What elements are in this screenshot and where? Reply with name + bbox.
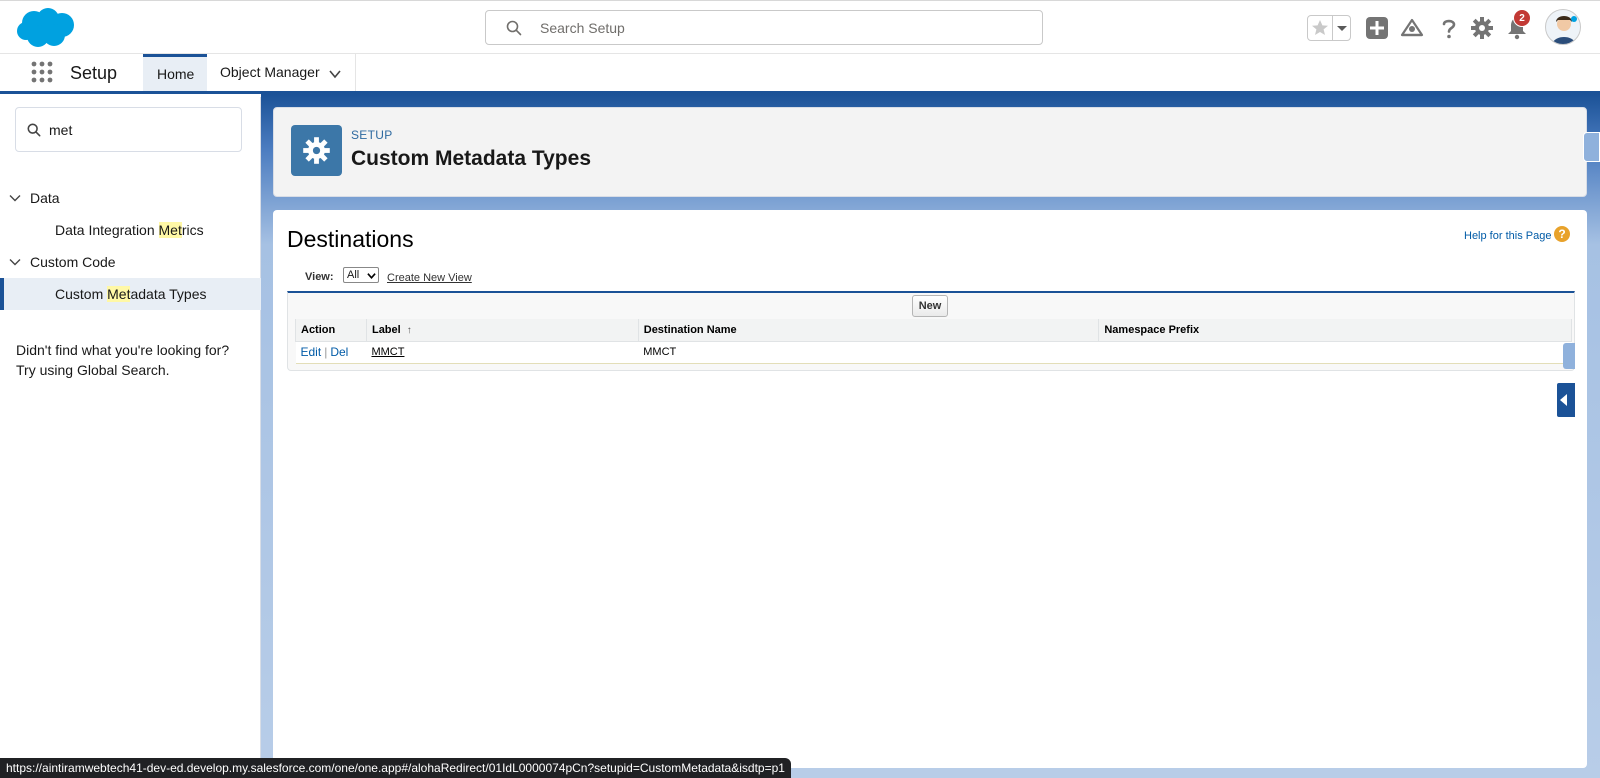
label-cell: MMCT (366, 341, 639, 364)
namespace-prefix-cell (1098, 341, 1572, 364)
item-text: rics (181, 222, 204, 238)
global-header: 2 (0, 0, 1600, 54)
item-text: adata Types (130, 286, 207, 302)
search-input[interactable] (540, 18, 1020, 38)
divider (1332, 16, 1333, 40)
tab-label: Object Manager (220, 64, 320, 80)
not-found-line: Try using Global Search. (16, 362, 170, 378)
panel-expand-tab[interactable] (1555, 381, 1575, 419)
setup-eyebrow: SETUP (351, 128, 393, 142)
new-button[interactable]: New (912, 295, 948, 317)
page-title: Custom Metadata Types (351, 147, 591, 170)
header-text: Label (371, 323, 401, 336)
tree-group-label: Data (30, 190, 60, 206)
item-text: Data Integration (55, 222, 159, 238)
view-selected-value: All (347, 269, 360, 281)
header-text: Destination Name (643, 323, 737, 336)
tab-object-manager[interactable]: Object Manager (206, 54, 356, 91)
destination-name-cell: MMCT (638, 341, 1099, 364)
list-view: New Action Label ↑ Destination Name Names… (287, 291, 1575, 371)
app-name: Setup (70, 63, 118, 83)
setup-header: SETUP Custom Metadata Types (273, 107, 1587, 197)
column-header-label[interactable]: Label ↑ (365, 319, 639, 342)
star-icon[interactable] (1310, 18, 1330, 38)
chevron-left-icon (1560, 394, 1567, 406)
help-circle-icon[interactable]: ? (1554, 226, 1570, 242)
not-found-line: Didn't find what you're looking for? (16, 342, 230, 358)
favorites-dropdown-icon[interactable] (1334, 18, 1350, 38)
table-row: Edit | Del MMCT MMCT (295, 341, 1572, 364)
view-select[interactable]: All (343, 267, 379, 283)
gear-icon[interactable] (1470, 16, 1494, 40)
favorites-group (1307, 15, 1351, 41)
header-text: Action (301, 323, 336, 336)
search-icon (27, 123, 41, 137)
table-header-row: Action Label ↑ Destination Name Namespace… (295, 319, 1572, 342)
column-header-action: Action (295, 319, 367, 342)
chevron-down-icon[interactable] (328, 67, 342, 81)
column-header-namespace-prefix[interactable]: Namespace Prefix (1098, 319, 1572, 342)
search-highlight: Met (107, 286, 131, 302)
trailhead-icon[interactable] (1400, 16, 1424, 40)
global-actions-icon[interactable] (1365, 16, 1389, 40)
action-cell: Edit | Del (295, 341, 367, 364)
not-found-message: Didn't find what you're looking for? Try… (16, 340, 251, 380)
column-header-destination-name[interactable]: Destination Name (637, 319, 1100, 342)
search-icon (506, 20, 522, 36)
setup-gear-icon (291, 125, 342, 176)
tab-label: Home (157, 66, 195, 82)
avatar[interactable] (1545, 9, 1581, 45)
tab-home[interactable]: Home (143, 54, 207, 91)
setup-sidebar: Data Data Integration Metrics Custom Cod… (0, 97, 261, 778)
delete-link[interactable]: Del (330, 345, 348, 359)
action-separator: | (324, 345, 328, 359)
chevron-down-icon (367, 273, 376, 279)
tree-item-custom-metadata-types[interactable]: Custom Metadata Types (0, 278, 261, 310)
edit-link[interactable]: Edit (301, 345, 322, 359)
sort-ascending-icon: ↑ (406, 324, 412, 336)
tree-group-custom-code[interactable]: Custom Code (0, 247, 261, 277)
tree-item-data-integration-metrics[interactable]: Data Integration Metrics (0, 214, 261, 246)
content-card: Destinations Help for this Page ? View: … (273, 210, 1587, 768)
header-text: Namespace Prefix (1104, 323, 1200, 336)
app-launcher-icon[interactable] (30, 60, 54, 84)
destinations-table: Action Label ↑ Destination Name Namespace… (295, 319, 1572, 364)
search-highlight: Met (158, 222, 182, 238)
browser-status-bar: https://aintiramwebtech41-dev-ed.develop… (0, 758, 791, 778)
create-new-view-link[interactable]: Create New View (387, 272, 472, 284)
panel-tab-secondary[interactable] (1563, 343, 1575, 369)
quick-find-input[interactable] (49, 120, 229, 140)
item-text: Custom (55, 286, 108, 302)
chevron-down-icon[interactable] (9, 256, 21, 268)
context-nav: Setup Home Object Manager (0, 54, 1600, 94)
help-icon[interactable] (1437, 16, 1461, 40)
tree-group-data[interactable]: Data (0, 183, 261, 213)
notification-badge: 2 (1513, 9, 1531, 27)
view-label: View: (305, 271, 334, 283)
panel-toggle-tab[interactable] (1583, 132, 1600, 162)
salesforce-logo[interactable] (16, 7, 76, 49)
quick-find[interactable] (15, 107, 242, 152)
list-heading: Destinations (287, 226, 414, 252)
tree-group-label: Custom Code (30, 254, 116, 270)
global-search[interactable] (485, 10, 1043, 45)
help-for-page-link[interactable]: Help for this Page (1464, 230, 1551, 242)
record-label-link[interactable]: MMCT (371, 346, 404, 358)
chevron-down-icon[interactable] (9, 192, 21, 204)
